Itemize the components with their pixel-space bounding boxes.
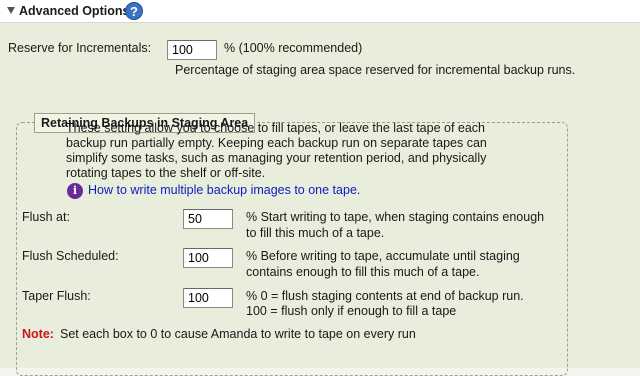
reserve-label: Reserve for Incrementals: bbox=[8, 41, 152, 55]
advanced-options-panel: Reserve for Incrementals: % (100% recomm… bbox=[0, 23, 640, 376]
intro-line: These setting allow you to choose to fil… bbox=[66, 121, 486, 135]
flush-scheduled-help: % Before writing to tape, accumulate unt… bbox=[246, 249, 520, 263]
intro-line: rotating tapes to the shelf or off-site. bbox=[66, 166, 266, 180]
intro-line: backup run partially empty. Keeping each… bbox=[66, 136, 487, 150]
reserve-suffix: % (100% recommended) bbox=[224, 41, 363, 55]
taper-flush-help: 100 = flush only if enough to fill a tap… bbox=[246, 304, 457, 318]
collapse-triangle-icon[interactable] bbox=[7, 7, 15, 14]
taper-flush-help: % 0 = flush staging contents at end of b… bbox=[246, 289, 524, 303]
flush-scheduled-input[interactable] bbox=[183, 248, 233, 268]
flush-scheduled-help: contains enough to fill this much of a t… bbox=[246, 265, 480, 279]
taper-flush-input[interactable] bbox=[183, 288, 233, 308]
multiple-images-link[interactable]: How to write multiple backup images to o… bbox=[88, 183, 360, 197]
advanced-options-header[interactable]: Advanced Options ? bbox=[0, 0, 640, 23]
taper-flush-label: Taper Flush: bbox=[22, 289, 91, 303]
flush-scheduled-label: Flush Scheduled: bbox=[22, 249, 119, 263]
intro-line: simplify some tasks, such as managing yo… bbox=[66, 151, 487, 165]
info-icon: i bbox=[67, 183, 83, 199]
section-title: Advanced Options bbox=[19, 4, 130, 18]
flush-at-label: Flush at: bbox=[22, 210, 70, 224]
note-text: Set each box to 0 to cause Amanda to wri… bbox=[60, 327, 416, 341]
flush-at-input[interactable] bbox=[183, 209, 233, 229]
help-icon[interactable]: ? bbox=[125, 2, 143, 20]
flush-at-help: to fill this much of a tape. bbox=[246, 226, 385, 240]
reserve-description: Percentage of staging area space reserve… bbox=[175, 63, 576, 77]
reserve-incrementals-input[interactable] bbox=[167, 40, 217, 60]
flush-at-help: % Start writing to tape, when staging co… bbox=[246, 210, 545, 224]
note-label: Note: bbox=[22, 327, 54, 341]
